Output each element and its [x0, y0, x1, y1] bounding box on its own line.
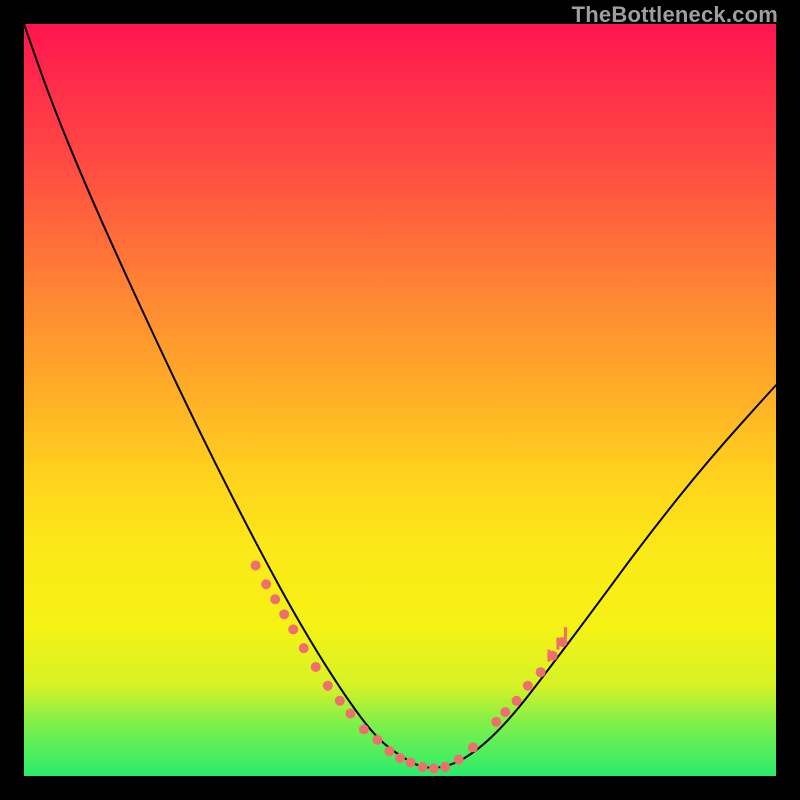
chart-overlay [24, 24, 776, 776]
curve-marker [523, 681, 533, 691]
curve-marker [288, 624, 298, 634]
curve-marker [536, 667, 546, 677]
curve-marker [440, 762, 450, 772]
curve-marker [395, 753, 405, 763]
marker-group [251, 560, 568, 773]
curve-marker [429, 763, 439, 773]
curve-tick [564, 627, 567, 639]
curve-marker [345, 709, 355, 719]
curve-marker [270, 594, 280, 604]
curve-marker [311, 662, 321, 672]
curve-marker [261, 579, 271, 589]
curve-marker [251, 560, 261, 570]
curve-tick [556, 638, 559, 650]
curve-marker [323, 681, 333, 691]
curve-marker [418, 762, 428, 772]
curve-marker [384, 746, 394, 756]
curve-marker [491, 717, 501, 727]
curve-tick [547, 650, 550, 662]
curve-marker [500, 707, 510, 717]
bottleneck-curve [24, 24, 776, 768]
curve-marker [299, 643, 309, 653]
curve-marker [512, 696, 522, 706]
curve-marker [372, 735, 382, 745]
curve-marker [359, 724, 369, 734]
curve-marker [406, 757, 416, 767]
curve-marker [468, 742, 478, 752]
curve-marker [279, 609, 289, 619]
curve-marker [335, 696, 345, 706]
curve-marker [454, 754, 464, 764]
watermark-text: TheBottleneck.com [572, 2, 778, 28]
